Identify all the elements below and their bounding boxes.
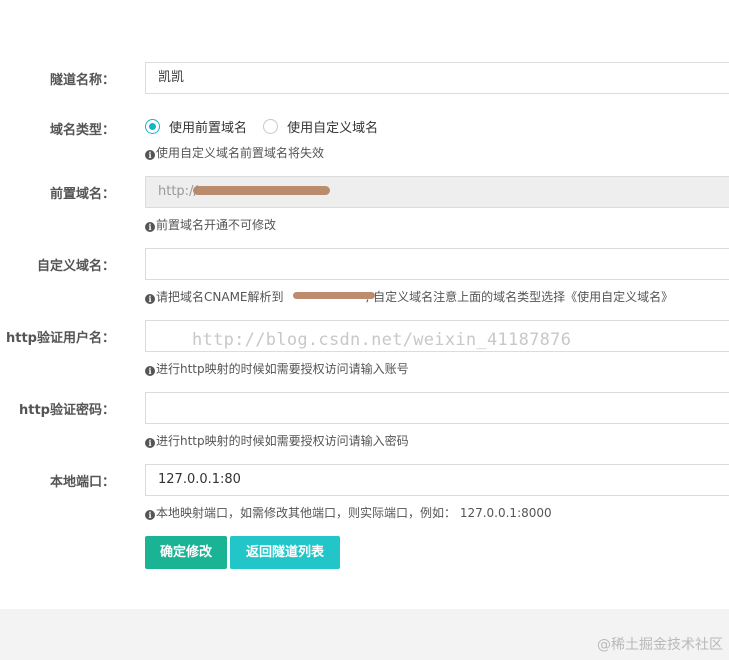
back-to-tunnel-list-button[interactable]: 返回隧道列表 [230,536,340,569]
radio-custom-domain[interactable]: 使用自定义域名 [263,117,378,136]
corner-watermark: @稀土掘金技术社区 [597,637,723,653]
prefix-domain-label: 前置域名： [49,187,115,202]
custom-domain-hint: i 请把域名CNAME解析到 , 自定义域名注意上面的域名类型选择《使用自定义域名》 [145,288,673,305]
local-port-label: 本地端口： [49,475,115,490]
footer-area: @稀土掘金技术社区 [0,609,729,660]
radio-checked-icon[interactable] [145,119,160,134]
http-password-input[interactable] [145,392,729,424]
prefix-domain-hint: i 前置域名开通不可修改 [145,216,276,233]
domain-type-label: 域名类型： [49,123,115,138]
top-bar [0,0,729,32]
watermark-text: http://blog.csdn.net/weixin_41187876 [192,330,572,350]
custom-domain-hint-text-2: , 自定义域名注意上面的域名类型选择《使用自定义域名》 [365,290,674,304]
http-user-hint-text: 进行http映射的时候如需要授权访问请输入账号 [156,362,409,376]
http-password-hint: i 进行http映射的时候如需要授权访问请输入密码 [145,432,409,449]
prefix-domain-hint-text: 前置域名开通不可修改 [156,218,277,232]
confirm-edit-button[interactable]: 确定修改 [145,536,227,569]
info-circle-icon: i [145,222,155,232]
redaction-mark [193,186,330,195]
http-password-label: http验证密码： [19,403,115,418]
local-port-hint-text: 本地映射端口，如需修改其他端口，则实际端口，例如： 127.0.0.1:8000 [156,506,552,520]
info-circle-icon: i [145,294,155,304]
radio-prefix-domain-label: 使用前置域名 [169,121,248,136]
radio-prefix-domain[interactable]: 使用前置域名 [145,117,247,136]
tunnel-name-input[interactable]: 凯凯 [145,62,729,94]
custom-domain-label: 自定义域名： [36,259,115,274]
domain-type-hint: i 使用自定义域名前置域名将失效 [145,144,324,161]
domain-type-radio-group: 使用前置域名 使用自定义域名 [145,117,390,137]
http-user-label: http验证用户名： [6,331,115,346]
radio-unchecked-icon[interactable] [263,119,279,134]
custom-domain-hint-text-1: 请把域名CNAME解析到 [156,290,284,304]
info-circle-icon: i [145,510,155,520]
radio-custom-domain-label: 使用自定义域名 [287,121,379,136]
info-circle-icon: i [145,150,155,160]
local-port-hint: i 本地映射端口，如需修改其他端口，则实际端口，例如： 127.0.0.1:800… [145,504,552,521]
prefix-domain-value: http:// [158,184,198,199]
edit-tunnel-form: 隧道名称： 凯凯 域名类型： 使用前置域名 使用自定义域名 i 使用自定义域名前置… [0,31,729,609]
redaction-mark [293,292,375,299]
http-password-hint-text: 进行http映射的时候如需要授权访问请输入密码 [156,434,409,448]
tunnel-name-label: 隧道名称： [49,73,115,88]
http-user-hint: i 进行http映射的时候如需要授权访问请输入账号 [145,360,409,377]
domain-type-hint-text: 使用自定义域名前置域名将失效 [156,146,325,160]
local-port-input[interactable]: 127.0.0.1:80 [145,464,729,496]
info-circle-icon: i [145,438,155,448]
custom-domain-input[interactable] [145,248,729,280]
info-circle-icon: i [145,366,155,376]
